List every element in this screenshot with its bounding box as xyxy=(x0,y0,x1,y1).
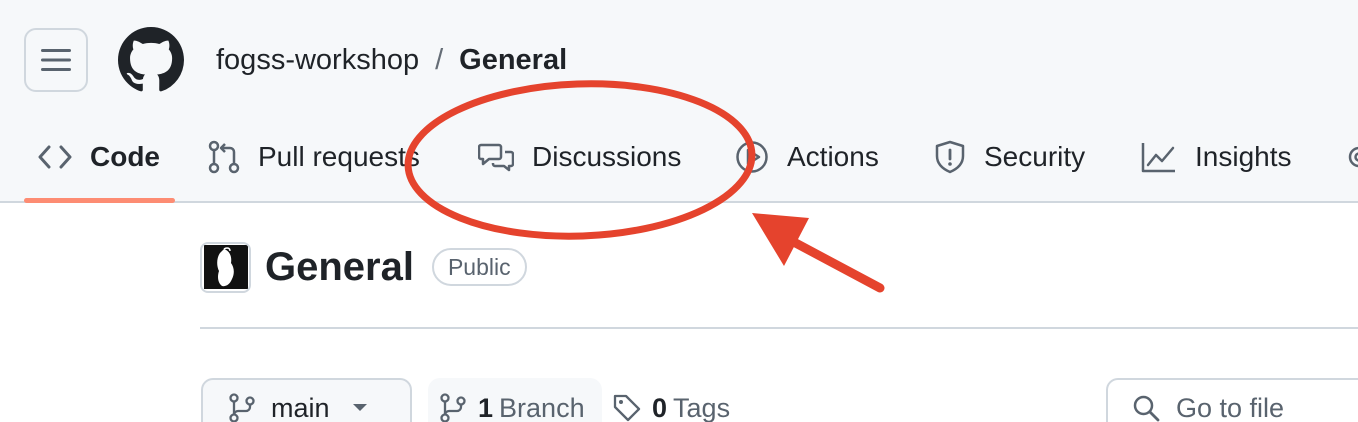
tab-actions[interactable]: Actions xyxy=(735,125,879,189)
tab-discussions[interactable]: Discussions xyxy=(478,125,681,189)
branch-icon xyxy=(229,393,255,422)
repo-avatar xyxy=(200,241,251,293)
caret-down-icon xyxy=(352,404,367,411)
breadcrumb-repo-link[interactable]: General xyxy=(459,44,567,77)
section-divider xyxy=(200,327,1358,329)
graph-icon xyxy=(1141,143,1175,173)
menu-button[interactable] xyxy=(24,28,88,92)
breadcrumb-separator: / xyxy=(435,43,444,76)
tag-icon xyxy=(613,394,641,422)
tags-label: Tags xyxy=(673,392,731,422)
repo-title[interactable]: General xyxy=(265,245,414,290)
tags-count: 0 xyxy=(652,392,668,422)
github-mark-icon[interactable] xyxy=(118,27,184,93)
visibility-badge: Public xyxy=(431,248,527,286)
tab-actions-label: Actions xyxy=(787,141,879,172)
shield-icon xyxy=(935,140,965,174)
tab-insights-label: Insights xyxy=(1195,141,1292,172)
tab-pull-requests[interactable]: Pull requests xyxy=(208,125,420,189)
tags-link[interactable]: 0 Tags xyxy=(612,378,730,422)
tab-discussions-label: Discussions xyxy=(532,141,682,172)
tab-insights[interactable]: Insights xyxy=(1141,125,1292,189)
annotation-arrow xyxy=(752,213,885,293)
tab-pull-requests-label: Pull requests xyxy=(258,141,420,172)
breadcrumb-owner-link[interactable]: fogss-workshop xyxy=(216,44,419,77)
tab-code-label: Code xyxy=(90,141,160,172)
branch-selector[interactable]: main xyxy=(201,378,412,422)
selected-tab-indicator xyxy=(24,198,175,203)
code-icon xyxy=(38,145,72,169)
repo-header: General Public xyxy=(200,240,527,294)
search-icon xyxy=(1133,395,1160,422)
go-to-file-input[interactable]: Go to file xyxy=(1106,378,1358,422)
breadcrumb: fogss-workshop / General xyxy=(216,40,567,80)
app-header: fogss-workshop / General Code Pull reque… xyxy=(0,0,1358,203)
branches-link[interactable]: 1 Branch xyxy=(428,378,602,422)
repo-nav-tabs: Code Pull requests Discussions Actions S… xyxy=(0,125,1358,189)
discussions-icon xyxy=(478,143,514,172)
branches-count: 1 xyxy=(478,392,494,422)
go-to-file-placeholder: Go to file xyxy=(1176,392,1285,422)
branch-icon xyxy=(440,393,466,422)
tab-security[interactable]: Security xyxy=(934,125,1085,189)
tab-security-label: Security xyxy=(984,141,1086,172)
tab-overflow[interactable] xyxy=(1344,125,1358,189)
settings-icon xyxy=(1348,146,1358,168)
play-icon xyxy=(736,141,768,173)
branches-label: Branch xyxy=(499,392,585,422)
tab-code[interactable]: Code xyxy=(38,125,160,189)
owner-avatar-icon xyxy=(203,245,248,289)
branch-selector-label: main xyxy=(271,392,330,422)
hamburger-icon xyxy=(41,49,71,71)
pull-request-icon xyxy=(208,140,240,174)
